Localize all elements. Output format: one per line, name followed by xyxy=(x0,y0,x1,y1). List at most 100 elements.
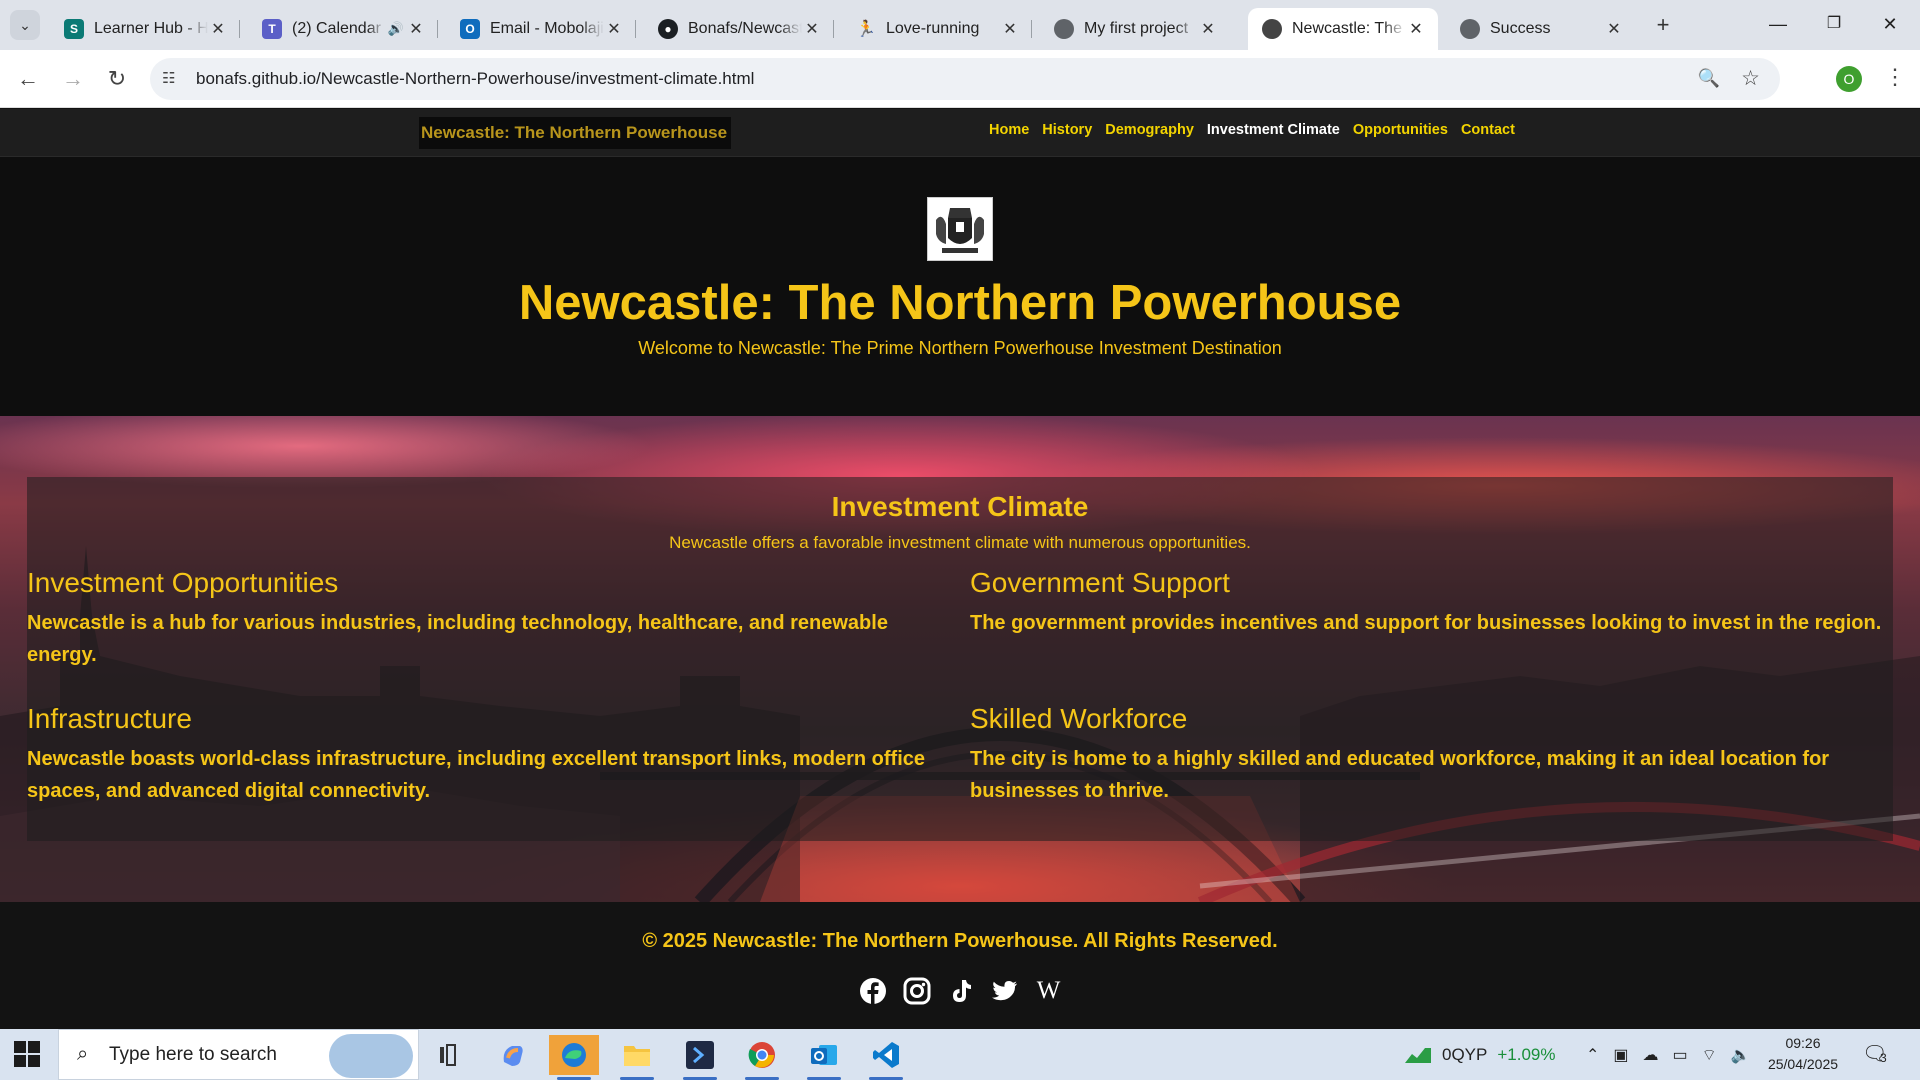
tab-search-button[interactable]: ⌄ xyxy=(10,10,40,40)
minimize-button[interactable]: — xyxy=(1758,8,1798,40)
browser-tab[interactable]: O Email - Mobolaji ✕ xyxy=(446,8,636,50)
hero-subtitle: Welcome to Newcastle: The Prime Northern… xyxy=(638,338,1282,358)
close-tab-icon[interactable]: ✕ xyxy=(604,19,624,39)
close-tab-icon[interactable]: ✕ xyxy=(1198,19,1218,39)
taskbar-clock[interactable]: 09:26 25/04/2025 xyxy=(1760,1033,1846,1075)
browser-tab[interactable]: T (2) Calendar | Microsoft Teams 🔊 ✕ xyxy=(248,8,438,50)
nav-links: Home History Demography Investment Clima… xyxy=(989,122,1515,138)
close-tab-icon[interactable]: ✕ xyxy=(1604,19,1624,39)
browser-tab[interactable]: 🏃 Love-running ✕ xyxy=(842,8,1032,50)
browser-tab[interactable]: S Learner Hub - Home ✕ xyxy=(50,8,240,50)
globe-icon xyxy=(1054,19,1074,39)
onedrive-cloud-icon[interactable]: ☁ xyxy=(1643,1045,1659,1065)
stock-chart-icon xyxy=(1405,1047,1431,1063)
web-page: Newcastle: The Northern Powerhouse Home … xyxy=(0,109,1920,1029)
address-bar[interactable]: ☷ bonafs.github.io/Newcastle-Northern-Po… xyxy=(150,58,1780,100)
stock-widget[interactable]: 0QYP +1.09% xyxy=(1404,1029,1556,1080)
restore-button[interactable]: ❐ xyxy=(1814,8,1854,40)
browser-menu-icon[interactable]: ⋮ xyxy=(1880,64,1910,90)
card-skilled-workforce: Skilled Workforce The city is home to a … xyxy=(970,703,1890,807)
nav-history[interactable]: History xyxy=(1042,122,1092,138)
runner-icon: 🏃 xyxy=(856,21,876,38)
back-button[interactable]: ← xyxy=(13,64,43,94)
close-tab-icon[interactable]: ✕ xyxy=(1406,19,1426,39)
tab-title: Love-running xyxy=(886,20,980,37)
volume-icon[interactable]: 🔈 xyxy=(1731,1045,1751,1065)
close-window-button[interactable]: ✕ xyxy=(1870,8,1910,40)
outlook-icon[interactable] xyxy=(799,1035,849,1080)
zoom-icon[interactable]: 🔍 xyxy=(1698,68,1720,89)
close-tab-icon[interactable]: ✕ xyxy=(802,19,822,39)
tab-strip: ⌄ S Learner Hub - Home ✕ T (2) Calendar … xyxy=(0,0,1920,50)
file-explorer-icon[interactable] xyxy=(612,1035,662,1080)
browser-tab[interactable]: ● Bonafs/Newcastle ✕ xyxy=(644,8,834,50)
tiktok-icon[interactable] xyxy=(946,976,975,1005)
close-tab-icon[interactable]: ✕ xyxy=(1000,19,1020,39)
tab-title: Newcastle: The Northern Powerhouse xyxy=(1292,20,1406,37)
wikipedia-icon[interactable]: W xyxy=(1034,976,1063,1005)
sharepoint-icon: S xyxy=(64,19,84,39)
nav-contact[interactable]: Contact xyxy=(1461,122,1515,138)
bookmark-star-icon[interactable]: ☆ xyxy=(1741,66,1760,91)
nav-opportunities[interactable]: Opportunities xyxy=(1353,122,1448,138)
stock-ticker: 0QYP xyxy=(1442,1044,1488,1064)
crest-icon xyxy=(1262,19,1282,39)
windows-start-icon[interactable] xyxy=(14,1041,42,1069)
tab-title: Learner Hub - Home xyxy=(94,20,208,37)
notification-count: 3 xyxy=(1880,1051,1887,1065)
audio-icon[interactable]: 🔊 xyxy=(386,21,406,37)
site-brand[interactable]: Newcastle: The Northern Powerhouse xyxy=(419,117,731,149)
copilot-icon[interactable] xyxy=(488,1035,538,1075)
new-tab-button[interactable]: + xyxy=(1650,12,1676,38)
browser-tab[interactable]: Success ✕ xyxy=(1446,8,1636,50)
outlook-icon: O xyxy=(460,19,480,39)
card-infrastructure: Infrastructure Newcastle boasts world-cl… xyxy=(27,703,947,807)
copyright-text: © 2025 Newcastle: The Northern Powerhous… xyxy=(642,930,1278,952)
site-settings-icon[interactable]: ☷ xyxy=(162,69,182,89)
task-view-icon[interactable] xyxy=(425,1035,475,1075)
taskbar-search[interactable]: ⌕ Type here to search xyxy=(58,1029,419,1080)
page-title: Newcastle: The Northern Powerhouse xyxy=(518,276,1402,330)
card-government-support: Government Support The government provid… xyxy=(970,567,1890,639)
chevron-up-icon[interactable]: ⌃ xyxy=(1586,1045,1599,1065)
card-heading: Government Support xyxy=(970,567,1230,598)
browser-tab[interactable]: My first project ✕ xyxy=(1040,8,1230,50)
powershell-icon[interactable] xyxy=(675,1035,725,1080)
meet-now-icon[interactable]: ▣ xyxy=(1613,1045,1628,1065)
browser-tab-active[interactable]: Newcastle: The Northern Powerhouse ✕ xyxy=(1248,8,1438,50)
close-tab-icon[interactable]: ✕ xyxy=(208,19,228,39)
system-tray: ⌃ ▣ ☁ ▭ ⌔ 🔈 xyxy=(1586,1029,1751,1080)
forward-button[interactable]: → xyxy=(58,64,88,94)
instagram-icon[interactable] xyxy=(902,976,931,1005)
site-navbar: Newcastle: The Northern Powerhouse Home … xyxy=(0,109,1920,157)
globe-icon xyxy=(1460,19,1480,39)
tab-title: Email - Mobolaji xyxy=(490,20,604,37)
site-footer: © 2025 Newcastle: The Northern Powerhous… xyxy=(0,902,1920,1029)
clock-date: 25/04/2025 xyxy=(1767,1056,1839,1072)
chrome-icon[interactable] xyxy=(737,1035,787,1080)
url-text[interactable]: bonafs.github.io/Newcastle-Northern-Powe… xyxy=(196,69,754,89)
notification-center-icon[interactable]: 🗨 3 xyxy=(1862,1041,1892,1069)
nav-demography[interactable]: Demography xyxy=(1105,122,1194,138)
profile-avatar[interactable]: O xyxy=(1836,66,1862,92)
battery-icon[interactable]: ▭ xyxy=(1673,1045,1688,1065)
tab-title: (2) Calendar | Microsoft Teams xyxy=(292,20,386,37)
section-intro: Newcastle offers a favorable investment … xyxy=(669,533,1251,552)
facebook-icon[interactable] xyxy=(858,976,887,1005)
twitter-icon[interactable] xyxy=(990,976,1019,1005)
section-title: Investment Climate xyxy=(831,491,1089,522)
tab-title: Bonafs/Newcastle xyxy=(688,20,802,37)
card-text: Newcastle boasts world-class infrastruct… xyxy=(27,748,926,802)
close-tab-icon[interactable]: ✕ xyxy=(406,19,426,39)
github-icon: ● xyxy=(658,19,678,39)
edge-icon[interactable] xyxy=(549,1035,599,1080)
tab-title: My first project xyxy=(1084,20,1189,37)
browser-toolbar: ← → ↻ ☷ bonafs.github.io/Newcastle-North… xyxy=(0,50,1920,108)
nav-home[interactable]: Home xyxy=(989,122,1029,138)
reload-button[interactable]: ↻ xyxy=(102,64,132,94)
wifi-icon[interactable]: ⌔ xyxy=(1702,1045,1717,1065)
vscode-icon[interactable] xyxy=(861,1035,911,1080)
investment-climate-panel: Investment Climate Newcastle offers a fa… xyxy=(27,477,1893,841)
card-heading: Investment Opportunities xyxy=(27,567,339,598)
nav-investment-climate[interactable]: Investment Climate xyxy=(1207,122,1340,138)
